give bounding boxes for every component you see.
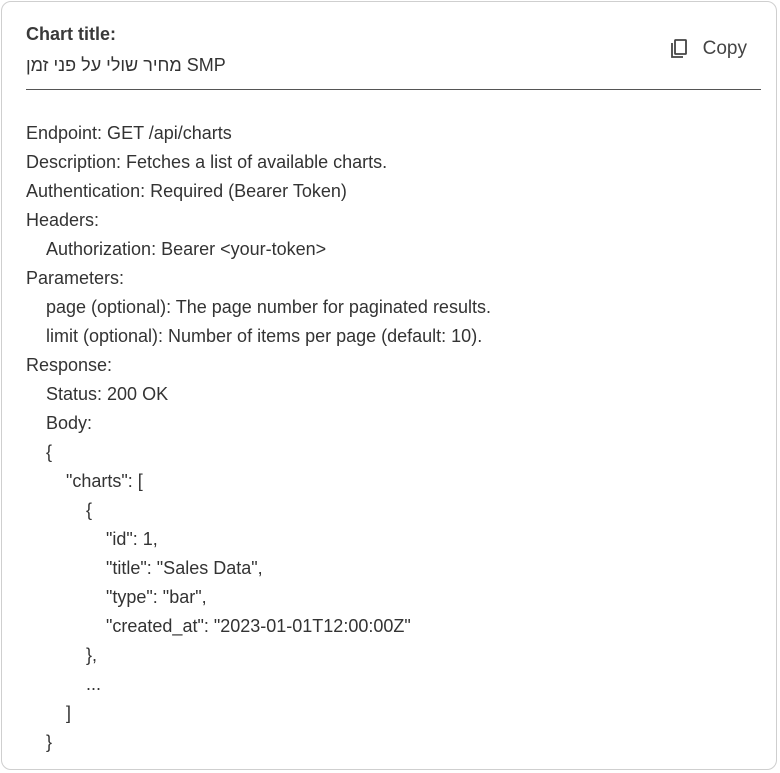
copy-button-label: Copy: [702, 38, 747, 59]
content-line: ]: [66, 703, 72, 723]
chart-info-card: Chart title: מחיר שולי על פני זמן SMP Co…: [1, 1, 777, 770]
content-line: Headers:: [26, 210, 100, 230]
content-line: "type": "bar",: [106, 587, 207, 607]
content-line: Endpoint: GET /api/charts: [26, 123, 232, 143]
content-line: Parameters:: [26, 268, 125, 288]
api-description: Endpoint: GET /api/charts Description: Fe…: [26, 119, 761, 757]
copy-icon: [669, 38, 689, 60]
content-line: "created_at": "2023-01-01T12:00:00Z": [106, 616, 411, 636]
content-line: Response:: [26, 355, 113, 375]
content-line: Authorization: Bearer <your-token>: [46, 239, 327, 259]
card-header: Chart title: מחיר שולי על פני זמן SMP Co…: [26, 22, 761, 90]
chart-title-value: מחיר שולי על פני זמן SMP: [26, 55, 226, 75]
content-line: {: [46, 442, 53, 462]
content-line: Description: Fetches a list of available…: [26, 152, 388, 172]
content-line: },: [86, 645, 98, 665]
content-line: limit (optional): Number of items per pa…: [46, 326, 483, 346]
content-line: Status: 200 OK: [46, 384, 169, 404]
chart-title-label: Chart title:: [26, 24, 116, 44]
copy-button[interactable]: Copy: [669, 38, 747, 60]
content-line: }: [46, 732, 53, 752]
content-line: "charts": [: [66, 471, 143, 491]
content-line: page (optional): The page number for pag…: [46, 297, 491, 317]
content-line: "title": "Sales Data",: [106, 558, 263, 578]
content-line: ...: [86, 674, 102, 694]
content-line: Body:: [46, 413, 93, 433]
content-line: "id": 1,: [106, 529, 158, 549]
content-line: {: [86, 500, 93, 520]
content-line: Authentication: Required (Bearer Token): [26, 181, 347, 201]
